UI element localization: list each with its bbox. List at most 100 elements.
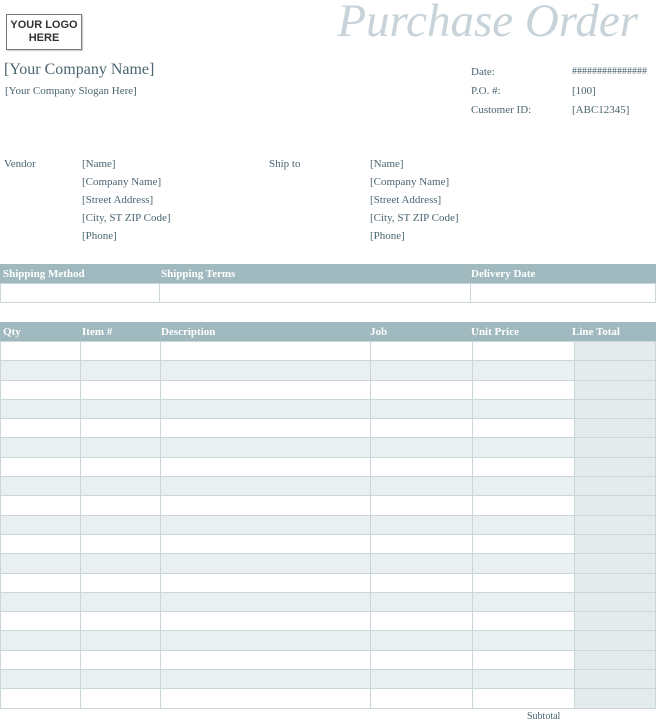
unit-price-cell[interactable] bbox=[472, 437, 575, 458]
unit-price-cell[interactable] bbox=[472, 533, 575, 555]
unit-price-cell[interactable] bbox=[472, 476, 575, 497]
item-number-cell[interactable] bbox=[80, 611, 161, 632]
unit-price-cell[interactable] bbox=[472, 611, 575, 632]
line-total-cell[interactable] bbox=[574, 476, 656, 497]
line-total-cell[interactable] bbox=[574, 611, 656, 632]
qty-cell[interactable] bbox=[0, 553, 81, 574]
job-cell[interactable] bbox=[370, 398, 473, 420]
description-cell[interactable] bbox=[160, 572, 371, 593]
line-total-cell[interactable] bbox=[574, 418, 656, 439]
shipping-terms-cell[interactable] bbox=[159, 283, 471, 303]
qty-cell[interactable] bbox=[0, 514, 81, 535]
item-number-cell[interactable] bbox=[80, 572, 161, 593]
description-cell[interactable] bbox=[160, 591, 371, 613]
line-total-cell[interactable] bbox=[574, 688, 656, 709]
description-cell[interactable] bbox=[160, 379, 371, 400]
description-cell[interactable] bbox=[160, 514, 371, 535]
job-cell[interactable] bbox=[370, 379, 473, 400]
item-number-cell[interactable] bbox=[80, 514, 161, 535]
item-number-cell[interactable] bbox=[80, 476, 161, 497]
description-cell[interactable] bbox=[160, 630, 371, 651]
job-cell[interactable] bbox=[370, 669, 473, 690]
unit-price-cell[interactable] bbox=[472, 688, 575, 709]
item-number-cell[interactable] bbox=[80, 533, 161, 555]
line-total-cell[interactable] bbox=[574, 495, 656, 516]
qty-cell[interactable] bbox=[0, 572, 81, 593]
line-total-cell[interactable] bbox=[574, 437, 656, 458]
item-number-cell[interactable] bbox=[80, 495, 161, 516]
job-cell[interactable] bbox=[370, 514, 473, 535]
job-cell[interactable] bbox=[370, 418, 473, 439]
job-cell[interactable] bbox=[370, 688, 473, 709]
description-cell[interactable] bbox=[160, 669, 371, 690]
description-cell[interactable] bbox=[160, 398, 371, 420]
line-total-cell[interactable] bbox=[574, 456, 656, 478]
job-cell[interactable] bbox=[370, 340, 473, 362]
unit-price-cell[interactable] bbox=[472, 553, 575, 574]
description-cell[interactable] bbox=[160, 688, 371, 709]
item-number-cell[interactable] bbox=[80, 360, 161, 381]
description-cell[interactable] bbox=[160, 360, 371, 381]
item-number-cell[interactable] bbox=[80, 553, 161, 574]
line-total-cell[interactable] bbox=[574, 630, 656, 651]
item-number-cell[interactable] bbox=[80, 418, 161, 439]
description-cell[interactable] bbox=[160, 649, 371, 671]
line-total-cell[interactable] bbox=[574, 514, 656, 535]
delivery-date-cell[interactable] bbox=[470, 283, 656, 303]
job-cell[interactable] bbox=[370, 533, 473, 555]
job-cell[interactable] bbox=[370, 649, 473, 671]
qty-cell[interactable] bbox=[0, 360, 81, 381]
description-cell[interactable] bbox=[160, 418, 371, 439]
qty-cell[interactable] bbox=[0, 533, 81, 555]
qty-cell[interactable] bbox=[0, 649, 81, 671]
description-cell[interactable] bbox=[160, 437, 371, 458]
item-number-cell[interactable] bbox=[80, 437, 161, 458]
description-cell[interactable] bbox=[160, 456, 371, 478]
item-number-cell[interactable] bbox=[80, 591, 161, 613]
unit-price-cell[interactable] bbox=[472, 418, 575, 439]
job-cell[interactable] bbox=[370, 437, 473, 458]
line-total-cell[interactable] bbox=[574, 669, 656, 690]
description-cell[interactable] bbox=[160, 495, 371, 516]
qty-cell[interactable] bbox=[0, 669, 81, 690]
unit-price-cell[interactable] bbox=[472, 591, 575, 613]
qty-cell[interactable] bbox=[0, 611, 81, 632]
unit-price-cell[interactable] bbox=[472, 649, 575, 671]
item-number-cell[interactable] bbox=[80, 456, 161, 478]
qty-cell[interactable] bbox=[0, 437, 81, 458]
description-cell[interactable] bbox=[160, 533, 371, 555]
unit-price-cell[interactable] bbox=[472, 456, 575, 478]
item-number-cell[interactable] bbox=[80, 649, 161, 671]
shipping-method-cell[interactable] bbox=[0, 283, 160, 303]
unit-price-cell[interactable] bbox=[472, 340, 575, 362]
description-cell[interactable] bbox=[160, 476, 371, 497]
item-number-cell[interactable] bbox=[80, 379, 161, 400]
unit-price-cell[interactable] bbox=[472, 398, 575, 420]
qty-cell[interactable] bbox=[0, 630, 81, 651]
item-number-cell[interactable] bbox=[80, 630, 161, 651]
unit-price-cell[interactable] bbox=[472, 379, 575, 400]
qty-cell[interactable] bbox=[0, 495, 81, 516]
line-total-cell[interactable] bbox=[574, 398, 656, 420]
qty-cell[interactable] bbox=[0, 688, 81, 709]
line-total-cell[interactable] bbox=[574, 649, 656, 671]
line-total-cell[interactable] bbox=[574, 379, 656, 400]
qty-cell[interactable] bbox=[0, 418, 81, 439]
qty-cell[interactable] bbox=[0, 379, 81, 400]
qty-cell[interactable] bbox=[0, 476, 81, 497]
line-total-cell[interactable] bbox=[574, 572, 656, 593]
unit-price-cell[interactable] bbox=[472, 572, 575, 593]
line-total-cell[interactable] bbox=[574, 533, 656, 555]
qty-cell[interactable] bbox=[0, 398, 81, 420]
job-cell[interactable] bbox=[370, 495, 473, 516]
job-cell[interactable] bbox=[370, 476, 473, 497]
line-total-cell[interactable] bbox=[574, 591, 656, 613]
qty-cell[interactable] bbox=[0, 340, 81, 362]
job-cell[interactable] bbox=[370, 360, 473, 381]
job-cell[interactable] bbox=[370, 553, 473, 574]
item-number-cell[interactable] bbox=[80, 398, 161, 420]
line-total-cell[interactable] bbox=[574, 360, 656, 381]
description-cell[interactable] bbox=[160, 553, 371, 574]
job-cell[interactable] bbox=[370, 630, 473, 651]
job-cell[interactable] bbox=[370, 591, 473, 613]
